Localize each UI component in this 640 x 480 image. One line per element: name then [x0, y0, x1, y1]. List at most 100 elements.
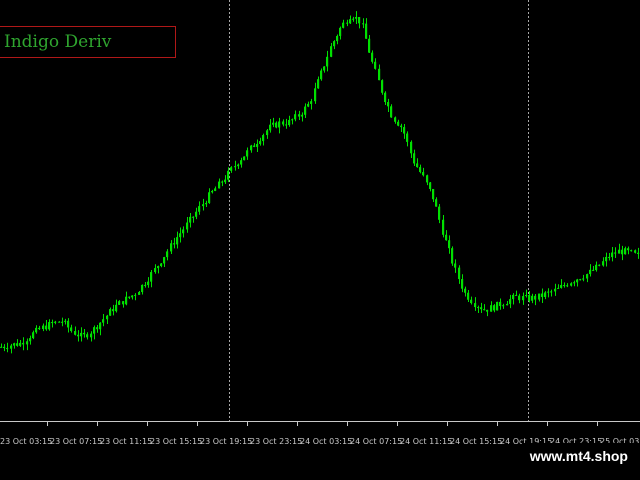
candle-body	[429, 182, 432, 189]
candle-body	[278, 121, 281, 128]
candle-body	[403, 127, 406, 134]
candle-body	[208, 192, 211, 203]
candle-body	[96, 327, 99, 330]
candle-body	[214, 188, 217, 191]
candle-body	[224, 179, 227, 183]
candle-body	[595, 264, 598, 271]
candle-body	[518, 295, 521, 301]
candle-body	[112, 309, 115, 312]
candle-body	[579, 279, 582, 281]
candle-body	[451, 248, 454, 264]
candle-body	[163, 257, 166, 264]
candle-body	[483, 309, 486, 311]
candle-body	[157, 266, 160, 269]
candle-body	[531, 295, 534, 301]
candle-body	[355, 16, 358, 19]
candle-body	[397, 121, 400, 126]
candle-body	[336, 35, 339, 42]
candle-body	[541, 293, 544, 297]
time-axis-label: 23 Oct 07:15	[50, 437, 102, 446]
candle-body	[381, 80, 384, 93]
price-chart[interactable]: 23 Oct 03:1523 Oct 07:1523 Oct 11:1523 O…	[0, 0, 640, 480]
candle-body	[150, 272, 153, 282]
candle-body	[275, 122, 278, 128]
candle-body	[522, 296, 525, 301]
candle-body	[621, 249, 624, 255]
candle-body	[230, 167, 233, 171]
candle-body	[314, 88, 317, 102]
candle-body	[125, 296, 128, 305]
candle-body	[387, 102, 390, 107]
candle-body	[416, 163, 419, 168]
candle-body	[227, 170, 230, 180]
candle-body	[320, 70, 323, 80]
candle-body	[362, 23, 365, 25]
candle-body	[598, 264, 601, 266]
candle-body	[282, 121, 285, 125]
candle-body	[166, 251, 169, 258]
candle-body	[285, 124, 288, 126]
candle-body	[307, 103, 310, 107]
candle-body	[134, 294, 137, 296]
candle-body	[368, 38, 371, 53]
candle-body	[582, 278, 585, 280]
candle-body	[502, 305, 505, 307]
candle-body	[64, 320, 67, 322]
candle-body	[6, 348, 9, 350]
candle-body	[400, 125, 403, 128]
candle-body	[16, 343, 19, 346]
candle-body	[480, 307, 483, 310]
candle-body	[352, 18, 355, 20]
candle-body	[10, 345, 13, 349]
candle-body	[266, 130, 269, 136]
candle-body	[570, 283, 573, 286]
candle-body	[205, 202, 208, 205]
candle-body	[333, 41, 336, 47]
candle-body	[419, 167, 422, 173]
candle-body	[614, 252, 617, 254]
time-axis-label: 24 Oct 15:15	[450, 437, 502, 446]
candle-body	[586, 274, 589, 279]
candle-body	[0, 346, 3, 348]
candle-body	[291, 119, 294, 121]
candle-body	[160, 263, 163, 267]
candle-body	[3, 346, 6, 349]
chart-window[interactable]: 23 Oct 03:15 23 Oct 07:15 23 Oct 11:15 23 O…	[0, 0, 640, 480]
candle-body	[38, 327, 41, 330]
candle-body	[80, 332, 83, 337]
candle-body	[330, 46, 333, 57]
candle-body	[618, 249, 621, 254]
time-axis-label: 24 Oct 03:15	[300, 437, 352, 446]
candle-body	[445, 234, 448, 241]
candle-body	[470, 299, 473, 304]
candle-body	[454, 263, 457, 268]
candle-body	[544, 292, 547, 297]
candle-body	[461, 279, 464, 289]
candle-body	[99, 322, 102, 330]
candle-body	[237, 164, 240, 167]
candle-body	[301, 114, 304, 117]
time-axis-label: 23 Oct 15:15	[150, 437, 202, 446]
candle-body	[144, 284, 147, 286]
candle-body	[74, 331, 77, 335]
candle-body	[13, 343, 16, 346]
candle-body	[554, 288, 557, 292]
candle-body	[93, 327, 96, 334]
candle-body	[538, 293, 541, 300]
candle-body	[422, 172, 425, 176]
candle-body	[115, 304, 118, 312]
candle-body	[189, 216, 192, 223]
candle-body	[384, 92, 387, 103]
candle-body	[605, 256, 608, 262]
candle-body	[86, 334, 89, 338]
candle-body	[602, 261, 605, 266]
candle-body	[19, 342, 22, 346]
candle-body	[211, 190, 214, 193]
candle-body	[272, 122, 275, 125]
candle-body	[288, 120, 291, 126]
candle-body	[192, 216, 195, 218]
candle-body	[438, 206, 441, 220]
candle-body	[467, 292, 470, 300]
candle-body	[218, 181, 221, 189]
candle-body	[509, 299, 512, 304]
